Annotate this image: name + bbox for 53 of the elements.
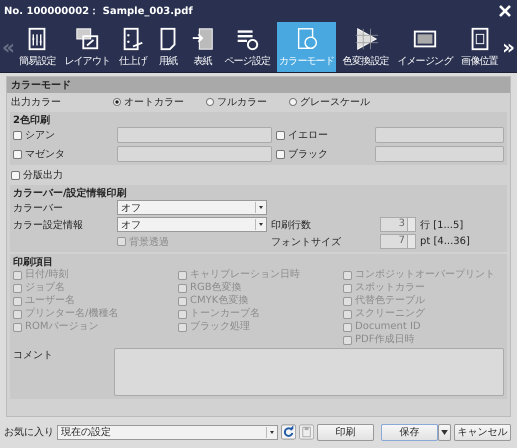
close-icon[interactable] [499,5,511,17]
checkbox[interactable]: ブラック [276,147,371,161]
unit-label: pt [4...36] [420,236,471,247]
toolbar-tab[interactable]: 色変換設定 [340,22,391,72]
group-title: カラーバー/設定情報印刷 [13,186,128,200]
next-arrow[interactable]: » [500,22,517,72]
radio-option[interactable]: グレースケール [289,95,370,109]
comment-field[interactable] [114,348,504,396]
radio-option[interactable]: フルカラー [206,95,267,109]
radio-option[interactable]: オートカラー [113,95,184,109]
input-field[interactable] [117,146,272,162]
checkbox[interactable]: イエロー [276,128,371,142]
toolbar-tab[interactable]: ページ設定 [222,22,272,72]
caret-icon [255,202,266,213]
group-title: 印刷項目 [13,256,54,268]
tab-icon [74,26,100,52]
caret-icon [255,219,266,230]
checkbox[interactable]: マゼンタ [13,147,113,161]
dropdown[interactable]: オフ [117,217,267,232]
window-title: No. 100000002： Sample_003.pdf [4,5,193,18]
section-header: カラーモード [7,77,510,93]
refresh-icon[interactable] [280,424,296,440]
field-label: カラー設定情報 [13,218,84,232]
field-label: お気に入り [4,426,54,439]
toolbar-tab[interactable]: 画像位置 [459,22,500,72]
input-field[interactable] [117,127,272,143]
cancel-button[interactable]: キャンセル [454,424,511,440]
field-label: コメント [13,349,54,363]
toolbar-tab[interactable]: イメージング [395,22,455,72]
field-label: カラーバー [13,202,64,214]
spin-field[interactable]: 3 [380,217,416,232]
field-label: 印刷行数 [271,218,312,232]
checkbox[interactable]: シアン [13,128,113,142]
checkbox[interactable]: 分版出力 [11,168,63,182]
unit-label: 行 [1...5] [420,218,464,232]
input-field[interactable] [375,146,504,162]
group-title: 2色印刷 [13,114,51,127]
dropdown[interactable]: オフ [117,200,267,215]
toolbar-tab[interactable]: 仕上げ [116,22,149,72]
toolbar-tab[interactable]: 表紙 [188,22,218,72]
field-label: 出力カラー [11,96,62,109]
save-menu-button[interactable] [438,424,452,440]
spin-field[interactable]: 7 [380,234,416,249]
toolbar-tab[interactable]: レイアウト [62,22,112,72]
input-field[interactable] [375,127,504,143]
toolbar-tab[interactable]: 用紙 [153,22,184,72]
field-label: フォントサイズ [271,236,342,248]
dropdown[interactable]: 現在の設定 [57,424,278,440]
save-button[interactable]: 保存 [380,424,438,440]
print-button[interactable]: 印刷 [317,424,374,440]
toolbar-tab[interactable]: 簡易設定 [16,22,58,72]
caret-icon [266,426,277,438]
caret-icon [440,430,448,434]
